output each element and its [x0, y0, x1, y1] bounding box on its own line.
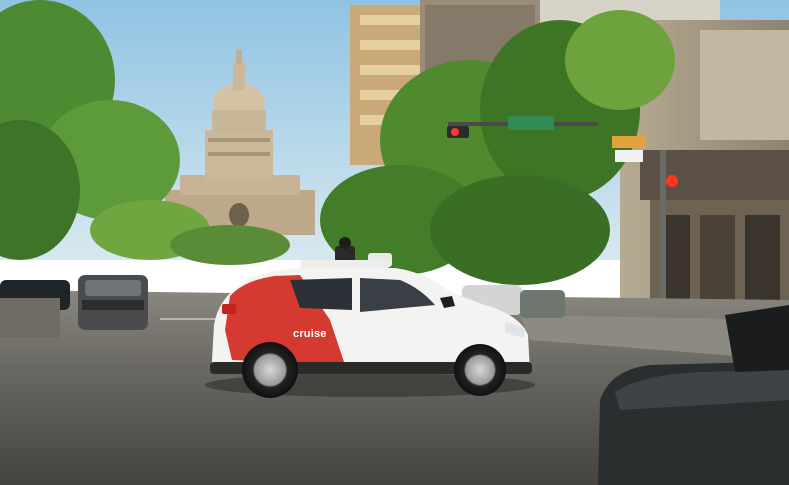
vehicle-brand-text: cruise — [293, 328, 327, 340]
lane-marking — [160, 318, 220, 320]
rear-wheel — [242, 342, 298, 398]
front-wheel — [454, 344, 506, 396]
street-photo: cruise — [0, 0, 789, 485]
photo-frame: cruise — [0, 0, 789, 485]
